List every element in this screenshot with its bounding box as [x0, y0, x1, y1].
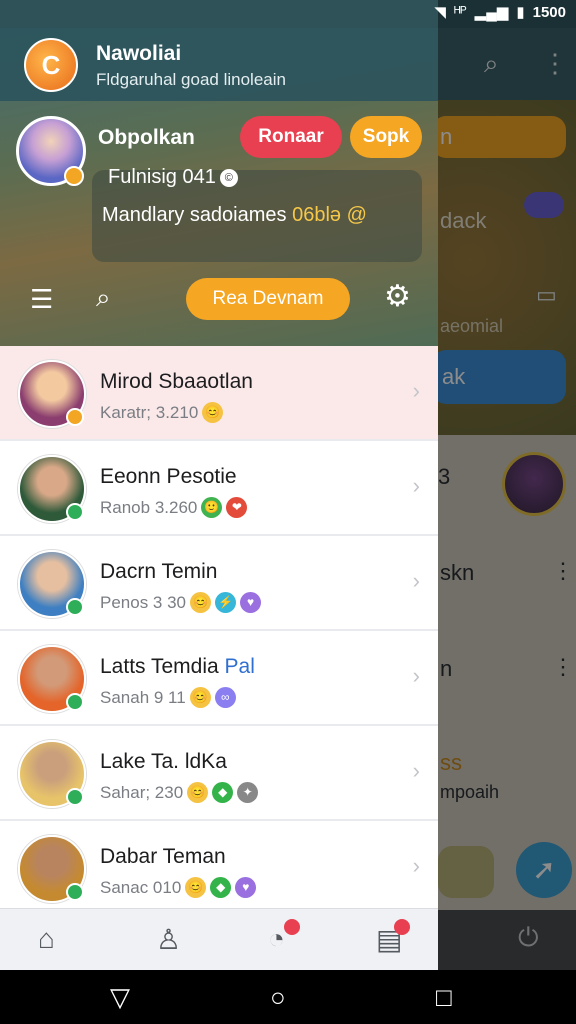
activity-icon[interactable]: ◔ — [268, 923, 285, 955]
drawer-bottom-nav: ⌂ ♙ ◔ ▤ — [0, 908, 438, 970]
profile-status-text: Fulnisig 041 — [108, 166, 216, 188]
chevron-right-icon: › — [412, 378, 420, 403]
contact-name: Mirod Sbaaotlan — [100, 370, 253, 394]
online-status-badge — [66, 503, 84, 521]
contact-subtitle: Sahar; 230 😊 ◆ ✦ — [100, 782, 259, 803]
secondary-action-button[interactable]: Sopk — [350, 116, 422, 158]
network-type: ᴴᴾ — [453, 3, 467, 21]
search-icon[interactable]: ⌕ — [96, 282, 111, 314]
status-copyright-icon: © — [219, 168, 238, 187]
contact-name: Eeonn Pesotie — [100, 465, 237, 489]
contact-name: Lake Ta. ldKa — [100, 750, 227, 774]
signal-icon: ▂▄▆ — [474, 4, 509, 21]
profile-status: Fulnisig 041 © — [108, 166, 238, 189]
drawer-header: C Nawoliai Fldgaruhal goad linoleain Obp… — [0, 28, 438, 346]
contact-name: Latts Temdia Pal — [100, 655, 255, 679]
contact-name-text: Dabar Teman — [100, 845, 226, 868]
chevron-right-icon: › — [412, 758, 420, 783]
online-status-badge — [66, 693, 84, 711]
contact-subtitle: Sanac 010 😊 ◆ ♥ — [100, 877, 257, 898]
emoji-icon: 😊 — [202, 402, 224, 423]
activity-notification-badge — [284, 919, 300, 935]
messages-notification-badge — [394, 919, 410, 935]
contacts-icon[interactable]: ♙ — [156, 923, 181, 956]
contact-name-text: Dacrn Temin — [100, 560, 218, 583]
contact-subtitle: Karatr; 3.210 😊 — [100, 402, 224, 423]
contact-subtitle-text: Ranob 3.260 — [100, 497, 198, 517]
online-status-badge — [66, 408, 84, 426]
battery-icon: ▮ — [516, 4, 525, 21]
info-text-highlight: 06blə @ — [292, 204, 367, 226]
emoji-icon: ◆ — [212, 782, 234, 803]
info-text-main: Mandlary sadoiames — [102, 204, 293, 226]
emoji-icon: ♥ — [240, 592, 262, 613]
contact-list: Mirod Sbaaotlan Karatr; 3.210 😊 › Eeonn Peso… — [0, 346, 438, 908]
emoji-icon: 🙂 — [201, 497, 223, 518]
contact-subtitle-text: Penos 3 30 — [100, 592, 187, 612]
featured-action-button[interactable]: Rea Devnam — [186, 278, 350, 320]
contact-row[interactable]: Eeonn Pesotie Ranob 3.260 🙂 ❤ › — [0, 441, 438, 536]
menu-icon[interactable]: ☰ — [30, 284, 53, 315]
online-status-badge — [66, 788, 84, 806]
drawer-titlebar: C Nawoliai Fldgaruhal goad linoleain — [0, 28, 438, 101]
profile-name[interactable]: Obpolkan — [98, 126, 195, 150]
contact-name-accent: Pal — [224, 655, 255, 678]
contact-name: Dacrn Temin — [100, 560, 218, 584]
status-icons: ◥ ᴴᴾ ▂▄▆ ▮ 1500 — [434, 3, 566, 22]
app-title: Nawoliai — [96, 42, 182, 65]
chevron-right-icon: › — [412, 853, 420, 878]
primary-action-button[interactable]: Ronaar — [240, 116, 342, 158]
emoji-icon: ◆ — [210, 877, 232, 898]
screen: ⌕ ⋮ n dack ▭ aeomial ak 3 skn ⋮ n ⋮ ss m… — [0, 0, 576, 1024]
online-status-badge — [66, 598, 84, 616]
info-text: Mandlary sadoiames 06blə @ — [102, 204, 367, 227]
recents-icon[interactable]: □ — [436, 982, 452, 1013]
contact-row[interactable]: Mirod Sbaaotlan Karatr; 3.210 😊 › — [0, 346, 438, 441]
contact-name-text: Lake Ta. ldKa — [100, 750, 227, 773]
chevron-right-icon: › — [412, 663, 420, 688]
online-status-badge — [66, 883, 84, 901]
gear-icon[interactable]: ⚙ — [384, 279, 411, 314]
contact-name-text: Eeonn Pesotie — [100, 465, 237, 488]
contact-row[interactable]: Lake Ta. ldKa Sahar; 230 😊 ◆ ✦ › — [0, 726, 438, 821]
emoji-icon: ♥ — [235, 877, 257, 898]
app-subtitle: Fldgaruhal goad linoleain — [96, 70, 286, 89]
profile-status-badge — [64, 166, 84, 186]
app-logo-letter: C — [41, 49, 61, 80]
emoji-icon: 😊 — [185, 877, 207, 898]
emoji-icon: ⚡ — [215, 592, 237, 613]
contact-row[interactable]: Dabar Teman Sanac 010 😊 ◆ ♥ › — [0, 821, 438, 908]
navigation-drawer: C Nawoliai Fldgaruhal goad linoleain Obp… — [0, 28, 438, 970]
contact-name: Dabar Teman — [100, 845, 226, 869]
contact-subtitle: Ranob 3.260 🙂 ❤ — [100, 497, 248, 518]
contact-row[interactable]: Latts Temdia Pal Sanah 9 11 😊 ∞ › — [0, 631, 438, 726]
contact-row[interactable]: Dacrn Temin Penos 3 30 😊 ⚡ ♥ › — [0, 536, 438, 631]
contact-subtitle: Sanah 9 11 😊 ∞ — [100, 687, 236, 708]
emoji-icon: ❤ — [226, 497, 248, 518]
back-icon[interactable]: ▽ — [110, 982, 130, 1013]
emoji-icon: ∞ — [214, 687, 236, 708]
home-icon[interactable]: ⌂ — [38, 923, 55, 955]
chevron-right-icon: › — [412, 473, 420, 498]
status-bar: ◥ ᴴᴾ ▂▄▆ ▮ 1500 — [0, 0, 576, 28]
contact-subtitle-text: Karatr; 3.210 — [100, 402, 199, 422]
contact-subtitle: Penos 3 30 😊 ⚡ ♥ — [100, 592, 262, 613]
home-button-icon[interactable]: ○ — [270, 982, 286, 1013]
emoji-icon: 😊 — [190, 592, 212, 613]
chevron-right-icon: › — [412, 568, 420, 593]
contact-name-text: Mirod Sbaaotlan — [100, 370, 253, 393]
emoji-icon: ✦ — [237, 782, 259, 803]
contact-subtitle-text: Sanac 010 — [100, 877, 182, 897]
emoji-icon: 😊 — [187, 782, 209, 803]
system-navigation-bar: ▽ ○ □ — [0, 970, 576, 1024]
clock: 1500 — [532, 3, 566, 21]
contact-subtitle-text: Sanah 9 11 — [100, 687, 186, 707]
wifi-icon: ◥ — [434, 4, 446, 21]
contact-name-text: Latts Temdia — [100, 655, 225, 678]
app-logo[interactable]: C — [24, 38, 78, 92]
status-bar-left — [0, 0, 438, 28]
emoji-icon: 😊 — [189, 687, 211, 708]
contact-subtitle-text: Sahar; 230 — [100, 782, 184, 802]
